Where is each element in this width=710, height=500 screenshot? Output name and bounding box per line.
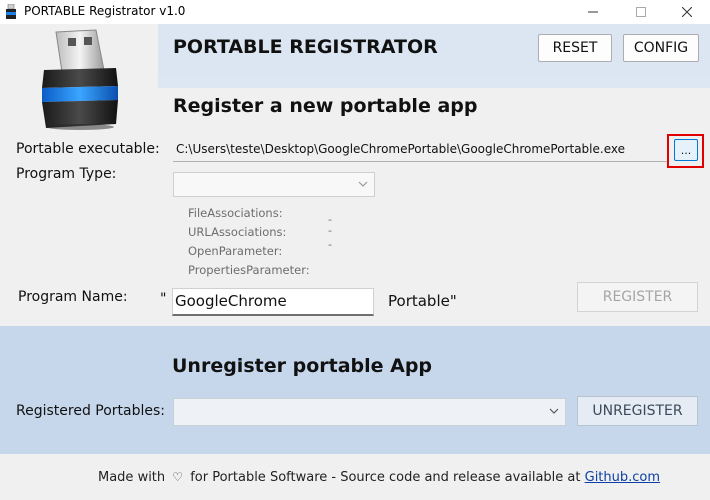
registered-portables-select[interactable] <box>173 398 566 426</box>
footer-text: Made with ♡ for Portable Software - Sour… <box>98 470 660 485</box>
maximize-icon <box>636 7 646 17</box>
program-type-select[interactable] <box>173 172 375 197</box>
reset-button[interactable]: RESET <box>538 34 612 62</box>
unregister-button[interactable]: UNREGISTER <box>577 396 698 426</box>
program-type-label: Program Type: <box>16 166 117 182</box>
maximize-button[interactable] <box>618 0 664 24</box>
chevron-down-icon <box>358 177 368 191</box>
footer-description: for Portable Software - Source code and … <box>190 470 581 485</box>
url-associations-value: - <box>328 224 332 237</box>
executable-path-field[interactable]: C:\Users\teste\Desktop\GoogleChromePorta… <box>173 138 667 162</box>
usb-app-icon <box>6 4 16 19</box>
usb-drive-logo <box>42 29 118 130</box>
program-name-input[interactable]: GoogleChrome <box>172 288 374 316</box>
header-strip <box>158 74 710 88</box>
open-parameter-label: OpenParameter: <box>188 244 283 258</box>
minimize-icon <box>588 11 598 13</box>
app-window: PORTABLE Registrator v1.0 PORTABLE REGIS… <box>0 0 710 500</box>
register-button[interactable]: REGISTER <box>577 282 698 312</box>
url-associations-label: URLAssociations: <box>188 225 287 239</box>
minimize-button[interactable] <box>570 0 616 24</box>
heart-icon: ♡ <box>172 470 184 484</box>
open-parameter-value: - <box>328 238 332 251</box>
window-title: PORTABLE Registrator v1.0 <box>24 4 186 18</box>
browse-button[interactable]: ... <box>674 139 698 161</box>
title-bar: PORTABLE Registrator v1.0 <box>0 0 710 24</box>
properties-parameter-label: PropertiesParameter: <box>188 263 310 277</box>
close-icon <box>682 7 692 17</box>
config-button[interactable]: CONFIG <box>623 34 699 62</box>
unregister-section-title: Unregister portable App <box>172 355 433 377</box>
register-section-title: Register a new portable app <box>173 95 478 117</box>
file-associations-label: FileAssociations: <box>188 206 283 220</box>
unregister-band <box>0 326 710 454</box>
footer-made-with: Made with <box>98 470 166 485</box>
close-button[interactable] <box>664 0 710 24</box>
portable-suffix: Portable" <box>388 292 457 310</box>
quote-open: " <box>160 291 167 307</box>
logo-area <box>0 24 158 134</box>
github-link[interactable]: Github.com <box>585 470 660 485</box>
chevron-down-icon <box>549 404 559 418</box>
footer: Made with ♡ for Portable Software - Sour… <box>0 454 710 500</box>
app-title: PORTABLE REGISTRATOR <box>173 36 438 58</box>
portable-executable-label: Portable executable: <box>16 141 160 157</box>
registered-portables-label: Registered Portables: <box>16 403 166 419</box>
program-name-label: Program Name: <box>18 289 128 305</box>
